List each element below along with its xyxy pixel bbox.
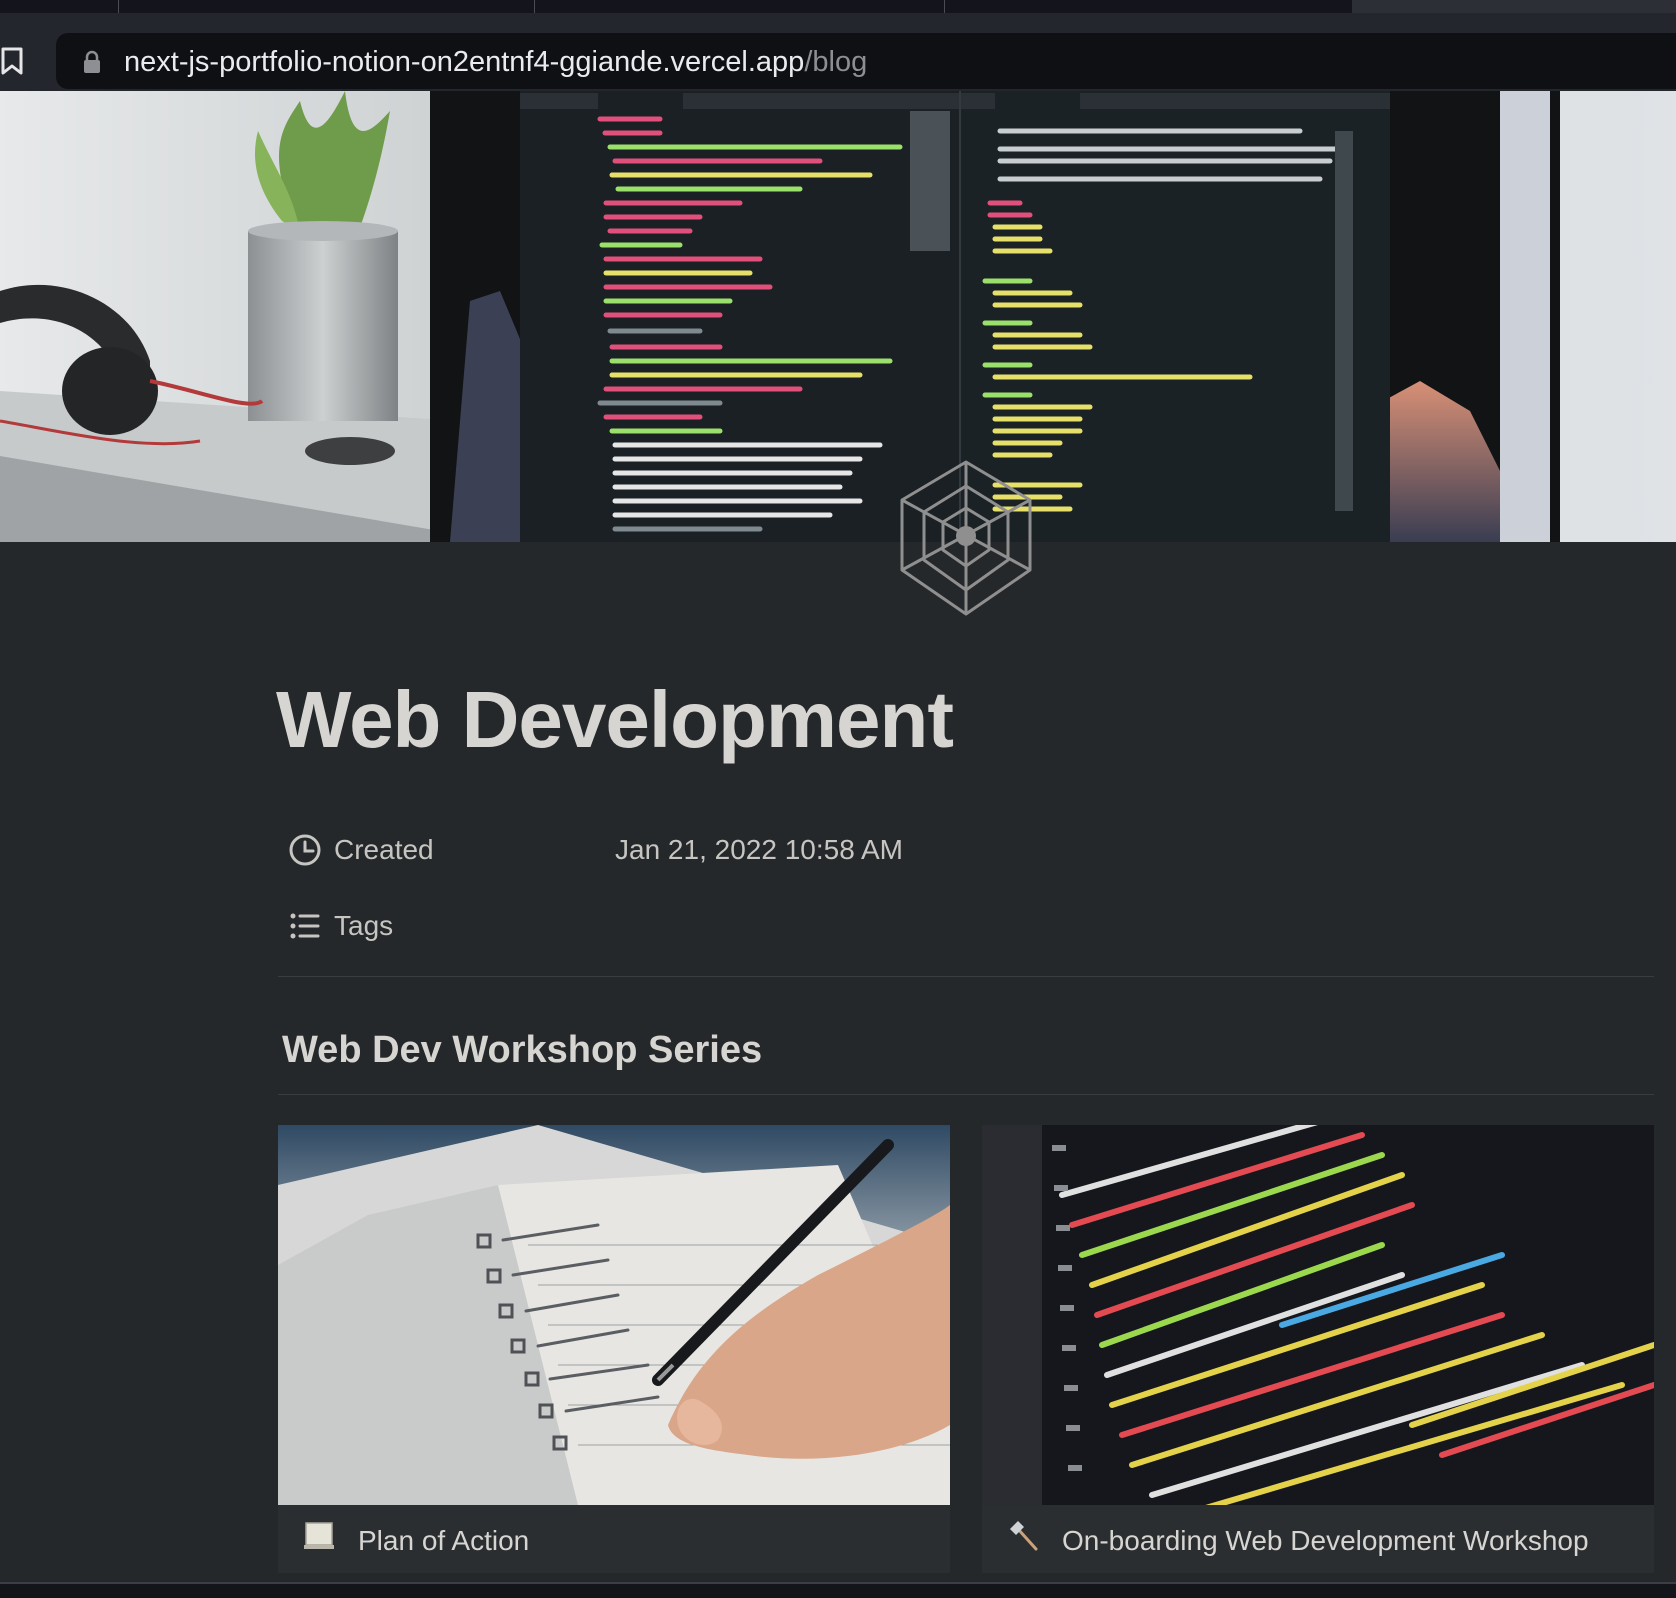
gallery-card-plan-of-action[interactable]: Plan of Action bbox=[278, 1125, 950, 1573]
card-cover-image bbox=[278, 1125, 950, 1505]
tab-separator bbox=[534, 0, 535, 13]
window-bottom-edge bbox=[0, 1582, 1676, 1598]
property-label: Tags bbox=[334, 910, 394, 941]
url-text[interactable]: next-js-portfolio-notion-on2entnf4-ggian… bbox=[124, 44, 867, 80]
hammer-icon bbox=[1010, 1521, 1038, 1551]
card-title-row[interactable]: Plan of Action bbox=[278, 1505, 950, 1573]
clock-icon bbox=[289, 834, 321, 866]
cover-image bbox=[0, 91, 1676, 542]
divider bbox=[278, 1094, 1654, 1095]
divider bbox=[278, 976, 1654, 977]
card-cover-image bbox=[982, 1125, 1654, 1505]
browser-window: next-js-portfolio-notion-on2entnf4-ggian… bbox=[0, 0, 1676, 1598]
spider-web-icon bbox=[900, 460, 1032, 616]
bottom-edge-line bbox=[0, 1582, 1676, 1584]
card-title-row[interactable]: On-boarding Web Development Workshop bbox=[982, 1505, 1654, 1573]
property-label: Created bbox=[334, 834, 434, 865]
tab-strip bbox=[0, 0, 1676, 13]
gallery-card-onboarding-workshop[interactable]: On-boarding Web Development Workshop bbox=[982, 1125, 1654, 1573]
card-title[interactable]: Plan of Action bbox=[358, 1521, 529, 1561]
browser-toolbar: next-js-portfolio-notion-on2entnf4-ggian… bbox=[0, 13, 1676, 91]
card-title[interactable]: On-boarding Web Development Workshop bbox=[1062, 1521, 1589, 1561]
bookmark-icon[interactable] bbox=[0, 46, 26, 76]
created-date: Jan 21, 2022 10:58 AM bbox=[615, 834, 903, 865]
tab-strip-tabs[interactable] bbox=[0, 0, 1352, 13]
section-heading: Web Dev Workshop Series bbox=[282, 1029, 763, 1071]
lock-icon[interactable] bbox=[82, 50, 102, 74]
notebook-icon bbox=[304, 1522, 334, 1549]
page-title: Web Development bbox=[276, 675, 954, 764]
url-host: next-js-portfolio-notion-on2entnf4-ggian… bbox=[124, 46, 805, 78]
url-path: /blog bbox=[804, 46, 868, 78]
list-icon bbox=[290, 913, 320, 939]
tab-separator bbox=[944, 0, 945, 13]
tab-separator bbox=[118, 0, 119, 13]
